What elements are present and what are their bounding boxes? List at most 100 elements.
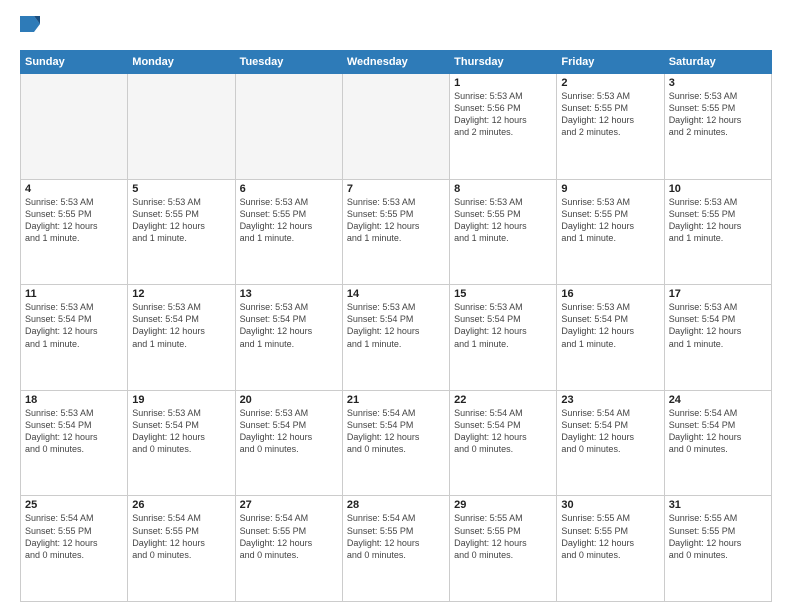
calendar-cell: 12Sunrise: 5:53 AM Sunset: 5:54 PM Dayli… bbox=[128, 285, 235, 391]
day-info: Sunrise: 5:53 AM Sunset: 5:55 PM Dayligh… bbox=[132, 196, 230, 245]
day-header-tuesday: Tuesday bbox=[235, 51, 342, 74]
day-number: 4 bbox=[25, 183, 123, 195]
day-number: 27 bbox=[240, 499, 338, 511]
day-number: 31 bbox=[669, 499, 767, 511]
calendar-cell: 28Sunrise: 5:54 AM Sunset: 5:55 PM Dayli… bbox=[342, 496, 449, 602]
day-number: 14 bbox=[347, 288, 445, 300]
day-header-wednesday: Wednesday bbox=[342, 51, 449, 74]
page: SundayMondayTuesdayWednesdayThursdayFrid… bbox=[0, 0, 792, 612]
day-number: 29 bbox=[454, 499, 552, 511]
day-number: 28 bbox=[347, 499, 445, 511]
day-info: Sunrise: 5:53 AM Sunset: 5:56 PM Dayligh… bbox=[454, 90, 552, 139]
calendar-cell: 9Sunrise: 5:53 AM Sunset: 5:55 PM Daylig… bbox=[557, 179, 664, 285]
calendar-cell bbox=[128, 74, 235, 180]
day-info: Sunrise: 5:54 AM Sunset: 5:55 PM Dayligh… bbox=[25, 512, 123, 561]
calendar-cell: 25Sunrise: 5:54 AM Sunset: 5:55 PM Dayli… bbox=[21, 496, 128, 602]
calendar-header-row: SundayMondayTuesdayWednesdayThursdayFrid… bbox=[21, 51, 772, 74]
calendar-cell: 4Sunrise: 5:53 AM Sunset: 5:55 PM Daylig… bbox=[21, 179, 128, 285]
calendar-cell: 1Sunrise: 5:53 AM Sunset: 5:56 PM Daylig… bbox=[450, 74, 557, 180]
day-number: 15 bbox=[454, 288, 552, 300]
day-number: 10 bbox=[669, 183, 767, 195]
day-info: Sunrise: 5:53 AM Sunset: 5:55 PM Dayligh… bbox=[25, 196, 123, 245]
calendar-week-2: 4Sunrise: 5:53 AM Sunset: 5:55 PM Daylig… bbox=[21, 179, 772, 285]
day-number: 9 bbox=[561, 183, 659, 195]
day-info: Sunrise: 5:53 AM Sunset: 5:54 PM Dayligh… bbox=[454, 301, 552, 350]
calendar-cell: 22Sunrise: 5:54 AM Sunset: 5:54 PM Dayli… bbox=[450, 390, 557, 496]
day-info: Sunrise: 5:54 AM Sunset: 5:54 PM Dayligh… bbox=[561, 407, 659, 456]
day-number: 1 bbox=[454, 77, 552, 89]
day-number: 22 bbox=[454, 394, 552, 406]
calendar-cell: 8Sunrise: 5:53 AM Sunset: 5:55 PM Daylig… bbox=[450, 179, 557, 285]
day-number: 19 bbox=[132, 394, 230, 406]
day-number: 8 bbox=[454, 183, 552, 195]
day-info: Sunrise: 5:53 AM Sunset: 5:54 PM Dayligh… bbox=[25, 407, 123, 456]
day-number: 21 bbox=[347, 394, 445, 406]
day-info: Sunrise: 5:53 AM Sunset: 5:55 PM Dayligh… bbox=[454, 196, 552, 245]
calendar-cell: 10Sunrise: 5:53 AM Sunset: 5:55 PM Dayli… bbox=[664, 179, 771, 285]
day-number: 18 bbox=[25, 394, 123, 406]
day-info: Sunrise: 5:54 AM Sunset: 5:54 PM Dayligh… bbox=[347, 407, 445, 456]
day-info: Sunrise: 5:53 AM Sunset: 5:54 PM Dayligh… bbox=[240, 407, 338, 456]
day-number: 17 bbox=[669, 288, 767, 300]
day-header-sunday: Sunday bbox=[21, 51, 128, 74]
day-info: Sunrise: 5:54 AM Sunset: 5:55 PM Dayligh… bbox=[132, 512, 230, 561]
calendar-cell: 30Sunrise: 5:55 AM Sunset: 5:55 PM Dayli… bbox=[557, 496, 664, 602]
day-number: 24 bbox=[669, 394, 767, 406]
calendar-cell: 11Sunrise: 5:53 AM Sunset: 5:54 PM Dayli… bbox=[21, 285, 128, 391]
day-info: Sunrise: 5:54 AM Sunset: 5:54 PM Dayligh… bbox=[454, 407, 552, 456]
calendar-cell: 15Sunrise: 5:53 AM Sunset: 5:54 PM Dayli… bbox=[450, 285, 557, 391]
day-number: 25 bbox=[25, 499, 123, 511]
calendar-cell: 7Sunrise: 5:53 AM Sunset: 5:55 PM Daylig… bbox=[342, 179, 449, 285]
day-info: Sunrise: 5:53 AM Sunset: 5:54 PM Dayligh… bbox=[240, 301, 338, 350]
day-info: Sunrise: 5:53 AM Sunset: 5:55 PM Dayligh… bbox=[561, 90, 659, 139]
calendar-table: SundayMondayTuesdayWednesdayThursdayFrid… bbox=[20, 50, 772, 602]
day-info: Sunrise: 5:53 AM Sunset: 5:55 PM Dayligh… bbox=[347, 196, 445, 245]
day-number: 30 bbox=[561, 499, 659, 511]
calendar-cell: 3Sunrise: 5:53 AM Sunset: 5:55 PM Daylig… bbox=[664, 74, 771, 180]
calendar-cell: 6Sunrise: 5:53 AM Sunset: 5:55 PM Daylig… bbox=[235, 179, 342, 285]
day-info: Sunrise: 5:53 AM Sunset: 5:54 PM Dayligh… bbox=[347, 301, 445, 350]
day-info: Sunrise: 5:55 AM Sunset: 5:55 PM Dayligh… bbox=[454, 512, 552, 561]
calendar-cell: 31Sunrise: 5:55 AM Sunset: 5:55 PM Dayli… bbox=[664, 496, 771, 602]
day-number: 23 bbox=[561, 394, 659, 406]
calendar-cell: 21Sunrise: 5:54 AM Sunset: 5:54 PM Dayli… bbox=[342, 390, 449, 496]
calendar-cell: 23Sunrise: 5:54 AM Sunset: 5:54 PM Dayli… bbox=[557, 390, 664, 496]
calendar-cell: 19Sunrise: 5:53 AM Sunset: 5:54 PM Dayli… bbox=[128, 390, 235, 496]
day-info: Sunrise: 5:53 AM Sunset: 5:55 PM Dayligh… bbox=[240, 196, 338, 245]
calendar-cell: 16Sunrise: 5:53 AM Sunset: 5:54 PM Dayli… bbox=[557, 285, 664, 391]
day-header-thursday: Thursday bbox=[450, 51, 557, 74]
day-number: 12 bbox=[132, 288, 230, 300]
calendar-cell: 14Sunrise: 5:53 AM Sunset: 5:54 PM Dayli… bbox=[342, 285, 449, 391]
day-number: 7 bbox=[347, 183, 445, 195]
day-info: Sunrise: 5:53 AM Sunset: 5:54 PM Dayligh… bbox=[132, 301, 230, 350]
day-info: Sunrise: 5:54 AM Sunset: 5:54 PM Dayligh… bbox=[669, 407, 767, 456]
day-number: 6 bbox=[240, 183, 338, 195]
calendar-week-4: 18Sunrise: 5:53 AM Sunset: 5:54 PM Dayli… bbox=[21, 390, 772, 496]
day-info: Sunrise: 5:55 AM Sunset: 5:55 PM Dayligh… bbox=[561, 512, 659, 561]
calendar-cell: 17Sunrise: 5:53 AM Sunset: 5:54 PM Dayli… bbox=[664, 285, 771, 391]
header bbox=[20, 16, 772, 40]
calendar-cell bbox=[21, 74, 128, 180]
day-info: Sunrise: 5:54 AM Sunset: 5:55 PM Dayligh… bbox=[240, 512, 338, 561]
calendar-cell: 24Sunrise: 5:54 AM Sunset: 5:54 PM Dayli… bbox=[664, 390, 771, 496]
calendar-cell: 27Sunrise: 5:54 AM Sunset: 5:55 PM Dayli… bbox=[235, 496, 342, 602]
calendar-cell: 2Sunrise: 5:53 AM Sunset: 5:55 PM Daylig… bbox=[557, 74, 664, 180]
calendar-cell: 20Sunrise: 5:53 AM Sunset: 5:54 PM Dayli… bbox=[235, 390, 342, 496]
logo-icon bbox=[20, 16, 40, 40]
calendar-week-1: 1Sunrise: 5:53 AM Sunset: 5:56 PM Daylig… bbox=[21, 74, 772, 180]
calendar-cell: 13Sunrise: 5:53 AM Sunset: 5:54 PM Dayli… bbox=[235, 285, 342, 391]
calendar-cell: 26Sunrise: 5:54 AM Sunset: 5:55 PM Dayli… bbox=[128, 496, 235, 602]
calendar-cell: 5Sunrise: 5:53 AM Sunset: 5:55 PM Daylig… bbox=[128, 179, 235, 285]
day-info: Sunrise: 5:53 AM Sunset: 5:54 PM Dayligh… bbox=[669, 301, 767, 350]
day-number: 5 bbox=[132, 183, 230, 195]
day-info: Sunrise: 5:53 AM Sunset: 5:55 PM Dayligh… bbox=[669, 196, 767, 245]
calendar-week-3: 11Sunrise: 5:53 AM Sunset: 5:54 PM Dayli… bbox=[21, 285, 772, 391]
calendar-cell: 18Sunrise: 5:53 AM Sunset: 5:54 PM Dayli… bbox=[21, 390, 128, 496]
day-info: Sunrise: 5:54 AM Sunset: 5:55 PM Dayligh… bbox=[347, 512, 445, 561]
day-info: Sunrise: 5:53 AM Sunset: 5:55 PM Dayligh… bbox=[669, 90, 767, 139]
day-info: Sunrise: 5:53 AM Sunset: 5:55 PM Dayligh… bbox=[561, 196, 659, 245]
day-number: 3 bbox=[669, 77, 767, 89]
day-info: Sunrise: 5:53 AM Sunset: 5:54 PM Dayligh… bbox=[132, 407, 230, 456]
day-header-monday: Monday bbox=[128, 51, 235, 74]
day-info: Sunrise: 5:53 AM Sunset: 5:54 PM Dayligh… bbox=[25, 301, 123, 350]
